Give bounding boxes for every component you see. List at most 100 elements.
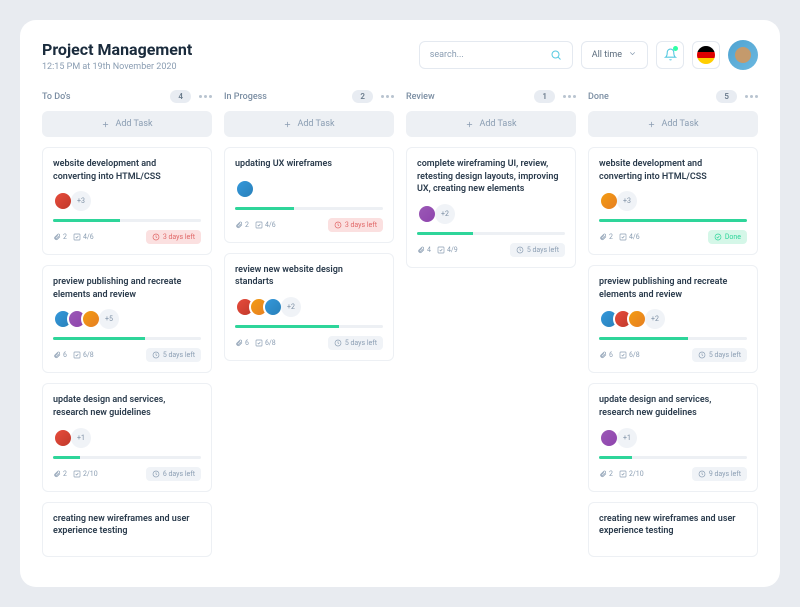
column-header: Review 1 xyxy=(406,90,576,103)
column-header: To Do's 4 xyxy=(42,90,212,103)
assignee-avatar xyxy=(599,191,619,211)
card-footer: 2 2/10 6 days left xyxy=(53,467,201,481)
card-title: review new website design standarts xyxy=(235,264,383,289)
page-title: Project Management xyxy=(42,40,192,59)
card-title: updating UX wireframes xyxy=(235,158,383,171)
notifications-button[interactable] xyxy=(656,41,684,69)
assignee-more: +2 xyxy=(281,297,301,317)
task-card[interactable]: complete wireframing UI, review, retesti… xyxy=(406,147,576,268)
attachments-count: 6 xyxy=(599,351,613,359)
assignee-avatar xyxy=(53,191,73,211)
card-title: update design and services, research new… xyxy=(53,394,201,419)
assignees: +2 xyxy=(417,204,565,224)
task-card[interactable]: creating new wireframes and user experie… xyxy=(588,502,758,557)
card-title: website development and converting into … xyxy=(53,158,201,183)
task-card[interactable]: website development and converting into … xyxy=(588,147,758,255)
header: Project Management 12:15 PM at 19th Nove… xyxy=(42,40,758,72)
kanban-board: To Do's 4 Add Task website development a… xyxy=(42,90,758,567)
card-title: creating new wireframes and user experie… xyxy=(53,513,201,538)
card-footer: 6 6/8 5 days left xyxy=(53,348,201,362)
checklist-count: 6/8 xyxy=(619,351,640,359)
assignee-more: +3 xyxy=(71,191,91,211)
assignees: +3 xyxy=(53,191,201,211)
task-card[interactable]: preview publishing and recreate elements… xyxy=(588,265,758,373)
assignees: +1 xyxy=(53,428,201,448)
search-box[interactable] xyxy=(419,41,573,69)
progress-bar xyxy=(599,219,747,222)
time-filter[interactable]: All time xyxy=(581,41,648,69)
add-task-button[interactable]: Add Task xyxy=(588,111,758,137)
column-more-button[interactable] xyxy=(563,95,576,98)
attachments-count: 6 xyxy=(53,351,67,359)
notification-dot xyxy=(673,46,678,51)
assignee-avatar xyxy=(627,309,647,329)
assignee-more: +2 xyxy=(645,309,665,329)
chevron-down-icon xyxy=(628,49,637,61)
checklist-count: 6/8 xyxy=(255,339,276,347)
task-card[interactable]: updating UX wireframes 2 4/6 3 days left xyxy=(224,147,394,243)
checklist-count: 4/6 xyxy=(255,221,276,229)
task-card[interactable]: review new website design standarts +2 6… xyxy=(224,253,394,361)
card-footer: 6 6/8 5 days left xyxy=(599,348,747,362)
add-task-button[interactable]: Add Task xyxy=(224,111,394,137)
search-icon xyxy=(550,46,562,65)
assignee-more: +3 xyxy=(617,191,637,211)
task-card[interactable]: creating new wireframes and user experie… xyxy=(42,502,212,557)
assignees: +2 xyxy=(235,297,383,317)
status-badge: Done xyxy=(708,230,747,244)
assignee-more: +1 xyxy=(617,428,637,448)
assignees: +2 xyxy=(599,309,747,329)
status-badge: 5 days left xyxy=(692,348,747,362)
progress-bar xyxy=(599,456,747,459)
column: To Do's 4 Add Task website development a… xyxy=(42,90,212,567)
assignee-more: +2 xyxy=(435,204,455,224)
attachments-count: 4 xyxy=(417,246,431,254)
column-more-button[interactable] xyxy=(381,95,394,98)
progress-bar xyxy=(417,232,565,235)
column-title: To Do's xyxy=(42,92,70,102)
card-footer: 2 4/6 Done xyxy=(599,230,747,244)
app-shell: Project Management 12:15 PM at 19th Nove… xyxy=(20,20,780,587)
column: Done 5 Add Task website development and … xyxy=(588,90,758,567)
column-more-button[interactable] xyxy=(745,95,758,98)
add-task-button[interactable]: Add Task xyxy=(42,111,212,137)
add-task-button[interactable]: Add Task xyxy=(406,111,576,137)
status-badge: 5 days left xyxy=(328,336,383,350)
language-button[interactable] xyxy=(692,41,720,69)
progress-bar xyxy=(235,207,383,210)
attachments-count: 6 xyxy=(235,339,249,347)
column-header: In Progess 2 xyxy=(224,90,394,103)
assignee-more: +1 xyxy=(71,428,91,448)
column-more-button[interactable] xyxy=(199,95,212,98)
flag-icon xyxy=(697,46,715,64)
task-card[interactable]: update design and services, research new… xyxy=(42,383,212,491)
page-subtitle: 12:15 PM at 19th November 2020 xyxy=(42,62,192,72)
assignee-avatar xyxy=(81,309,101,329)
attachments-count: 2 xyxy=(599,470,613,478)
status-badge: 3 days left xyxy=(328,218,383,232)
assignee-avatar xyxy=(235,179,255,199)
status-badge: 3 days left xyxy=(146,230,201,244)
task-card[interactable]: update design and services, research new… xyxy=(588,383,758,491)
card-footer: 2 4/6 3 days left xyxy=(235,218,383,232)
assignees: +3 xyxy=(599,191,747,211)
search-input[interactable] xyxy=(430,50,500,60)
card-title: website development and converting into … xyxy=(599,158,747,183)
column: Review 1 Add Task complete wireframing U… xyxy=(406,90,576,567)
status-badge: 5 days left xyxy=(146,348,201,362)
header-actions: All time xyxy=(419,40,758,70)
task-card[interactable]: preview publishing and recreate elements… xyxy=(42,265,212,373)
status-badge: 9 days left xyxy=(692,467,747,481)
assignee-more: +5 xyxy=(99,309,119,329)
attachments-count: 2 xyxy=(53,470,67,478)
column-title: In Progess xyxy=(224,92,267,102)
checklist-count: 4/6 xyxy=(73,233,94,241)
task-card[interactable]: website development and converting into … xyxy=(42,147,212,255)
progress-bar xyxy=(53,219,201,222)
user-avatar[interactable] xyxy=(728,40,758,70)
assignee-avatar xyxy=(263,297,283,317)
card-title: creating new wireframes and user experie… xyxy=(599,513,747,538)
progress-bar xyxy=(599,337,747,340)
card-title: complete wireframing UI, review, retesti… xyxy=(417,158,565,196)
column: In Progess 2 Add Task updating UX wirefr… xyxy=(224,90,394,567)
